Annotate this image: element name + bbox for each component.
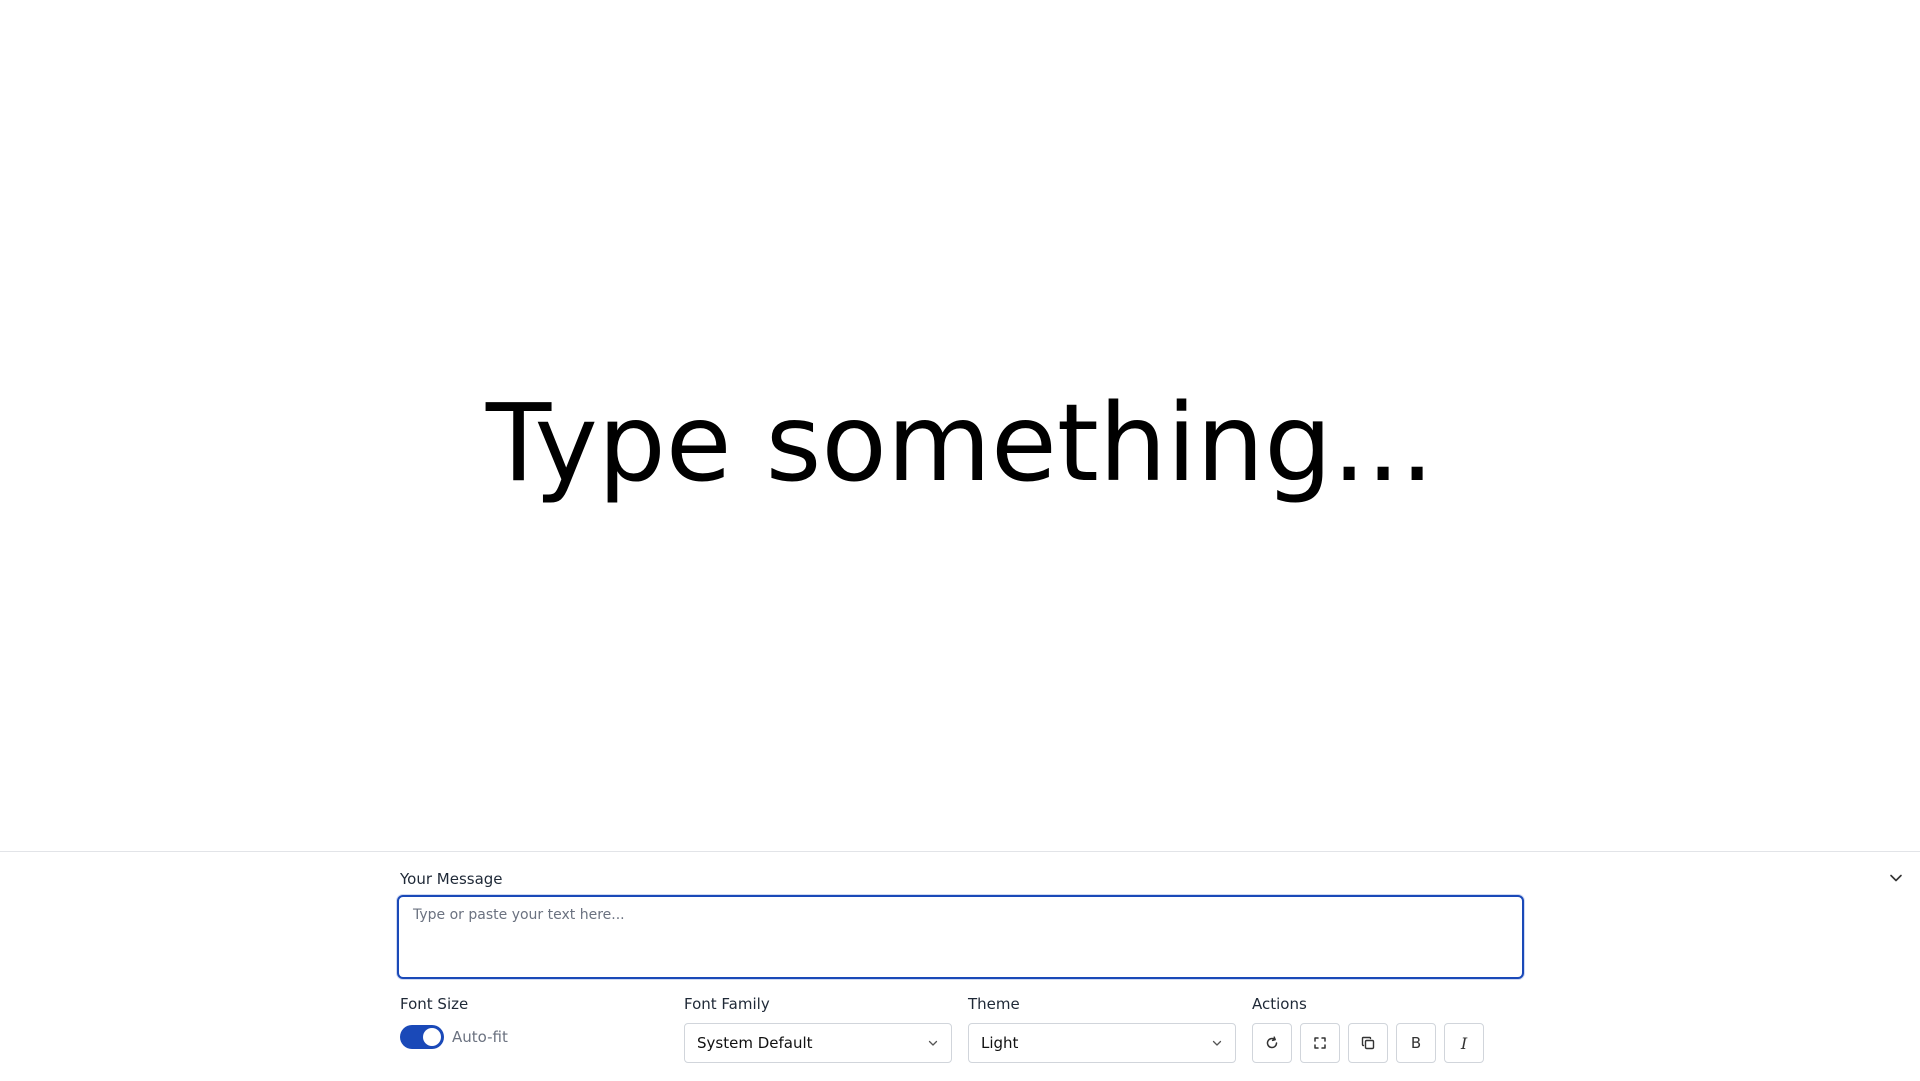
fullscreen-icon [1314,1037,1326,1049]
font-size-group: Font Size Auto-fit [400,995,670,1049]
font-family-group: Font Family System Default [684,995,954,1063]
display-text: Type something... [485,382,1435,506]
toggle-knob [423,1028,441,1046]
font-family-label: Font Family [684,995,770,1013]
control-panel: Your Message Font Size Auto-fit Font Fam… [0,851,1920,1080]
bold-icon: B [1410,1034,1422,1052]
italic-button[interactable]: I [1444,1023,1484,1063]
refresh-icon [1266,1036,1278,1049]
font-size-label: Font Size [400,995,469,1013]
font-family-value: System Default [697,1034,813,1052]
actions-label: Actions [1252,995,1307,1013]
chevron-down-icon [1890,874,1902,882]
display-area: Type something... [0,0,1920,851]
collapse-panel-button[interactable] [1886,868,1906,888]
autofit-label: Auto-fit [452,1028,508,1046]
font-family-select[interactable]: System Default [684,1023,952,1063]
copy-icon [1361,1036,1375,1050]
copy-button[interactable] [1348,1023,1388,1063]
chevron-down-icon [928,1040,938,1046]
theme-value: Light [981,1034,1019,1052]
message-label: Your Message [400,870,503,888]
italic-icon: I [1460,1033,1468,1053]
theme-select[interactable]: Light [968,1023,1236,1063]
chevron-down-icon [1212,1040,1222,1046]
panel-content: Your Message Font Size Auto-fit Font Fam… [397,852,1524,1081]
message-input[interactable] [397,895,1524,979]
refresh-button[interactable] [1252,1023,1292,1063]
theme-group: Theme Light [968,995,1238,1063]
autofit-toggle[interactable] [400,1025,444,1049]
theme-label: Theme [968,995,1020,1013]
bold-button[interactable]: B [1396,1023,1436,1063]
fullscreen-button[interactable] [1300,1023,1340,1063]
actions-toolbar: B I [1252,1023,1524,1063]
actions-group: Actions B I [1252,995,1524,1063]
